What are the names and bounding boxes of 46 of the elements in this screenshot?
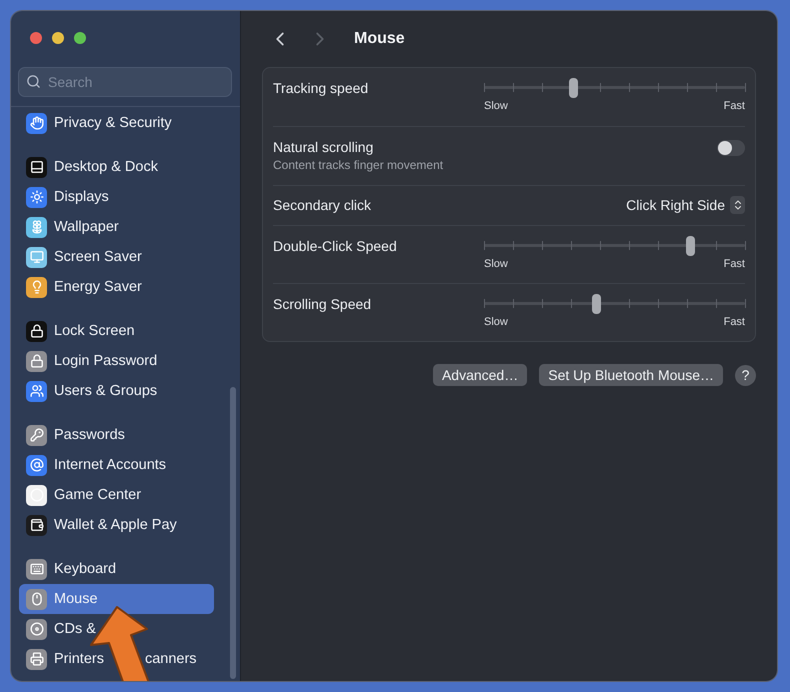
slider-max-label: Fast	[724, 316, 745, 328]
sidebar-item[interactable]: Game Center	[19, 480, 214, 510]
sidebar-item[interactable]: Privacy & Security	[19, 108, 214, 138]
sidebar-item[interactable]: Keyboard	[19, 554, 214, 584]
slider-thumb[interactable]	[568, 78, 578, 98]
slider-thumb[interactable]	[592, 294, 602, 314]
setting-label: Scrolling Speed	[273, 296, 372, 312]
sidebar-item[interactable]: Wallpaper	[19, 212, 214, 242]
close-button[interactable]	[30, 32, 42, 44]
window-title: Mouse	[354, 30, 405, 48]
search-icon	[26, 74, 41, 89]
slider-min-label: Slow	[484, 258, 508, 270]
minimize-button[interactable]	[52, 32, 64, 44]
advanced-button[interactable]: Advanced…	[432, 364, 528, 386]
slider-thumb[interactable]	[686, 236, 696, 256]
setting-label: Double-Click Speed	[273, 238, 397, 254]
toggle-switch[interactable]	[717, 140, 745, 156]
sidebar-item[interactable]: CDs &	[19, 614, 214, 644]
sidebar-item[interactable]: Users & Groups	[19, 376, 214, 406]
setup-button[interactable]: Set Up Bluetooth Mouse…	[539, 364, 723, 386]
zoom-button[interactable]	[74, 32, 86, 44]
sidebar-item[interactable]: Screen Saver	[19, 242, 214, 272]
sidebar-item[interactable]: Displays	[19, 182, 214, 212]
slider-max-label: Fast	[724, 100, 745, 112]
help-button[interactable]: ?	[735, 364, 756, 386]
slider-min-label: Slow	[484, 100, 508, 112]
scrollbar[interactable]	[230, 387, 236, 679]
slider-min-label: Slow	[484, 316, 508, 328]
sidebar-item[interactable]: Energy Saver	[19, 272, 214, 302]
sidebar-item[interactable]: Desktop & Dock	[19, 152, 214, 182]
sidebar-item[interactable]: Internet Accounts	[19, 450, 214, 480]
up-down-chevron-icon	[730, 196, 745, 214]
setting-label: Natural scrolling	[273, 139, 374, 155]
sidebar-item[interactable]: Lock Screen	[19, 316, 214, 346]
search-field[interactable]: Search	[18, 67, 232, 97]
sidebar-item[interactable]: Wallet & Apple Pay	[19, 510, 214, 540]
slider-max-label: Fast	[724, 258, 745, 270]
popup-select[interactable]: Click Right Side	[626, 196, 745, 214]
sidebar-item[interactable]: Mouse	[19, 584, 214, 614]
setting-label: Tracking speed	[273, 80, 368, 96]
sidebar-item[interactable]: Login Password	[19, 346, 214, 376]
sidebar-item[interactable]: Printers canners	[19, 644, 214, 674]
sidebar-item[interactable]: Passwords	[19, 420, 214, 450]
setting-label: Secondary click	[273, 197, 372, 213]
setting-description: Content tracks finger movement	[273, 158, 444, 172]
sidebar-item-label: canners	[144, 651, 197, 667]
